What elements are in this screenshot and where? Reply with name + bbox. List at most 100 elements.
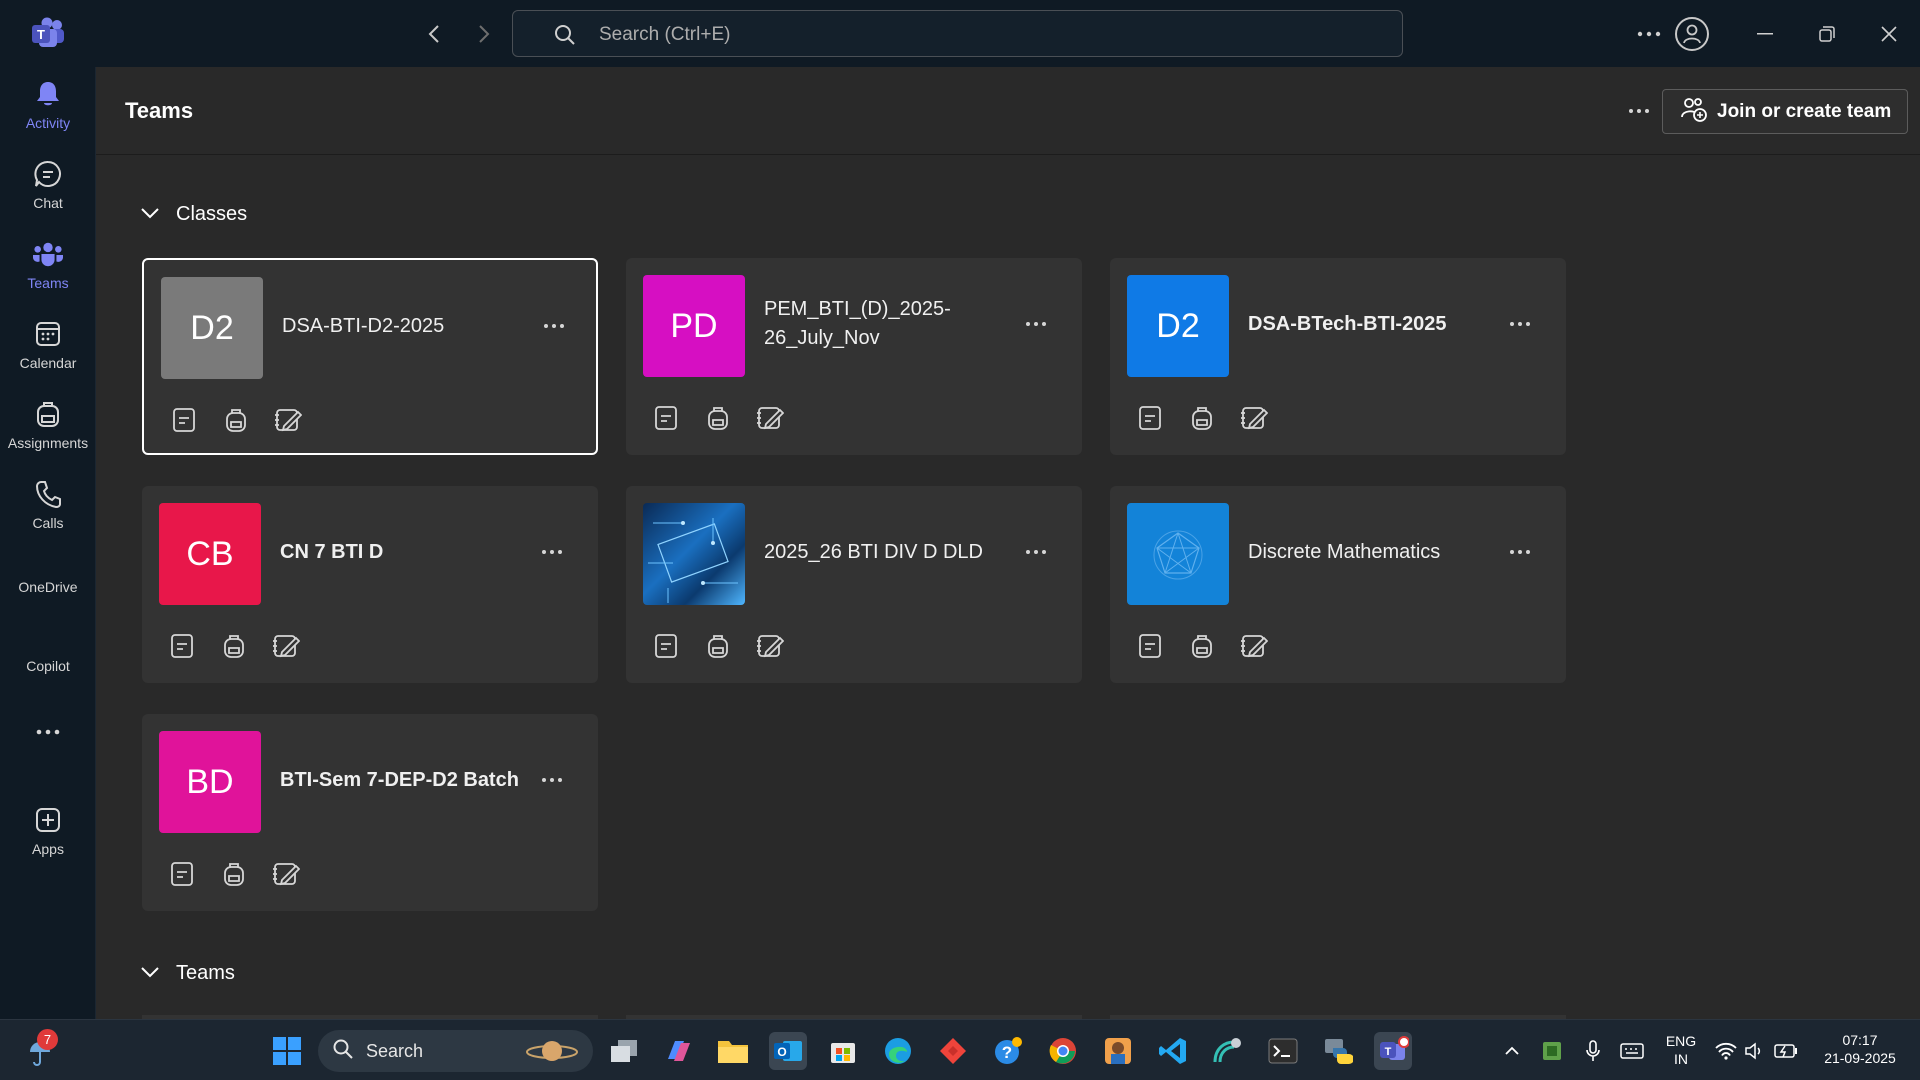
teams-taskbar-icon[interactable]: T (1374, 1032, 1412, 1070)
more-options-icon[interactable] (536, 308, 572, 344)
posts-icon[interactable] (168, 860, 196, 888)
notification-badge: 7 (37, 1029, 58, 1050)
backpack-icon[interactable] (222, 406, 250, 434)
taskbar-search[interactable]: Search (318, 1030, 593, 1072)
profile-avatar[interactable] (1672, 14, 1712, 54)
rail-item-activity[interactable]: Activity (0, 68, 96, 142)
add-app-icon (33, 805, 63, 835)
minimize-button[interactable] (1745, 14, 1785, 54)
page-title: Teams (125, 98, 194, 123)
team-card[interactable]: CB CN 7 BTI D (142, 486, 598, 683)
posts-icon[interactable] (652, 632, 680, 660)
rail-item-chat[interactable]: Chat (0, 148, 96, 222)
edge-icon[interactable] (879, 1032, 917, 1070)
notebook-edit-icon[interactable] (1240, 632, 1268, 660)
posts-icon[interactable] (1136, 404, 1164, 432)
close-button[interactable] (1869, 14, 1909, 54)
python-icon[interactable] (1319, 1032, 1357, 1070)
outlook-icon[interactable]: O (769, 1032, 807, 1070)
rail-item-assignments[interactable]: Assignments (0, 388, 96, 462)
more-options-icon[interactable] (534, 762, 570, 798)
network-app-icon[interactable] (1209, 1032, 1247, 1070)
team-name: DSA-BTI-D2-2025 (282, 314, 445, 337)
back-button[interactable] (419, 18, 451, 50)
terminal-icon[interactable] (1264, 1032, 1302, 1070)
posts-icon[interactable] (652, 404, 680, 432)
more-options-icon[interactable] (1629, 14, 1669, 54)
more-options-icon[interactable] (534, 534, 570, 570)
team-card[interactable]: 2025_26 BTI DIV D DLD (626, 486, 1082, 683)
battery-icon[interactable] (1767, 1032, 1805, 1070)
teams-section-toggle[interactable]: Teams (140, 962, 235, 985)
join-or-create-team-button[interactable]: Join or create team (1662, 89, 1908, 134)
chrome-icon[interactable] (1044, 1032, 1082, 1070)
team-card[interactable]: D2 DSA-BTech-BTI-2025 (1110, 258, 1566, 455)
rail-item-apps[interactable]: Apps (0, 794, 96, 868)
notebook-edit-icon[interactable] (756, 632, 784, 660)
copilot-icon[interactable] (660, 1032, 698, 1070)
backpack-icon[interactable] (1188, 632, 1216, 660)
anydesk-icon[interactable] (934, 1032, 972, 1070)
rail-label: Activity (25, 115, 71, 131)
vscode-icon[interactable] (1154, 1032, 1192, 1070)
more-options-icon[interactable] (1502, 306, 1538, 342)
people-add-icon (1681, 96, 1707, 127)
bell-icon (33, 79, 63, 109)
search-input[interactable]: Search (Ctrl+E) (512, 10, 1403, 57)
language-indicator[interactable]: ENG IN (1660, 1032, 1702, 1068)
posts-icon[interactable] (170, 406, 198, 434)
file-explorer-icon[interactable] (714, 1032, 752, 1070)
team-avatar: BD (159, 731, 261, 833)
backpack-icon[interactable] (704, 404, 732, 432)
section-title: Classes (176, 203, 248, 225)
more-options-icon[interactable] (1018, 534, 1054, 570)
team-card[interactable]: BD BTI-Sem 7-DEP-D2 Batch (142, 714, 598, 911)
posts-icon[interactable] (168, 632, 196, 660)
posts-icon[interactable] (1136, 632, 1164, 660)
team-card[interactable]: PD PEM_BTI_(D)_2025-26_July_Nov (626, 258, 1082, 455)
help-icon[interactable]: ? (989, 1032, 1027, 1070)
tray-app-icon[interactable] (1533, 1032, 1571, 1070)
more-options-icon[interactable] (1502, 534, 1538, 570)
chevron-up-icon[interactable] (1493, 1032, 1531, 1070)
notebook-edit-icon[interactable] (272, 632, 300, 660)
more-options-icon[interactable] (1621, 93, 1657, 129)
notebook-edit-icon[interactable] (756, 404, 784, 432)
restore-button[interactable] (1807, 14, 1847, 54)
rail-item-teams[interactable]: Teams (0, 228, 96, 302)
rail-item-onedrive[interactable]: OneDrive (0, 562, 96, 606)
rail-item-calls[interactable]: Calls (0, 468, 96, 542)
avatar-app-icon[interactable] (1099, 1032, 1137, 1070)
backpack-icon[interactable] (220, 632, 248, 660)
backpack-icon (33, 399, 63, 429)
microphone-icon[interactable] (1574, 1032, 1612, 1070)
more-options-icon[interactable] (1018, 306, 1054, 342)
backpack-icon[interactable] (704, 632, 732, 660)
team-name: PEM_BTI_(D)_2025-26_July_Nov (764, 298, 951, 349)
phone-icon (33, 479, 63, 509)
backpack-icon[interactable] (220, 860, 248, 888)
rail-more-button[interactable] (0, 710, 96, 754)
microsoft-store-icon[interactable] (824, 1032, 862, 1070)
classes-section-toggle[interactable]: Classes (140, 203, 247, 226)
forward-button[interactable] (467, 18, 499, 50)
team-card[interactable]: Discrete Mathematics (1110, 486, 1566, 683)
rail-item-copilot[interactable]: Copilot (0, 641, 96, 685)
clock-time: 07:17 (1842, 1032, 1878, 1048)
windows-start-icon[interactable] (268, 1032, 306, 1070)
keyboard-icon[interactable] (1613, 1032, 1651, 1070)
rail-label: Apps (32, 841, 64, 857)
chevron-down-icon (140, 965, 160, 983)
clock[interactable]: 07:17 21-09-2025 (1810, 1031, 1910, 1067)
app-rail: Activity Chat Teams Calendar Assignments… (0, 67, 96, 1019)
team-avatar: D2 (1127, 275, 1229, 377)
notebook-edit-icon[interactable] (274, 406, 302, 434)
task-view-icon[interactable] (605, 1032, 643, 1070)
notebook-edit-icon[interactable] (272, 860, 300, 888)
svg-text:T: T (1385, 1046, 1392, 1058)
notebook-edit-icon[interactable] (1240, 404, 1268, 432)
clock-date: 21-09-2025 (1824, 1050, 1896, 1066)
team-card[interactable]: D2 DSA-BTI-D2-2025 (142, 258, 598, 455)
backpack-icon[interactable] (1188, 404, 1216, 432)
rail-item-calendar[interactable]: Calendar (0, 308, 96, 382)
